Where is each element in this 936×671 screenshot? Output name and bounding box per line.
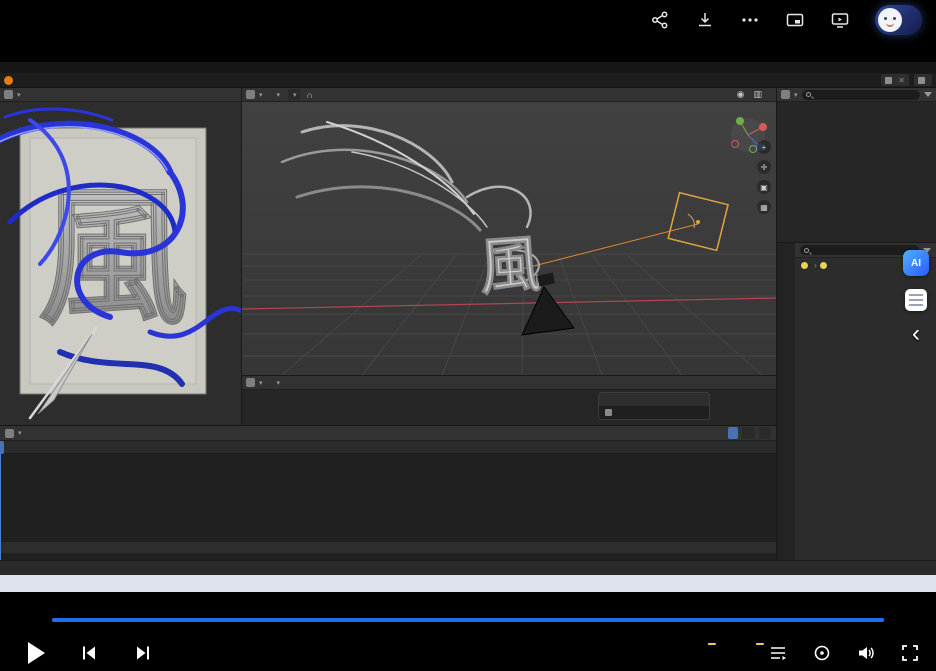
timeline-header: ▾ [0, 426, 776, 441]
blender-statusbar [0, 560, 936, 575]
blender-menubar: ✕ [0, 73, 936, 88]
settings-icon[interactable] [812, 643, 832, 663]
player-controls-right [672, 643, 920, 663]
next-episode-icon[interactable] [133, 643, 153, 663]
seek-bar[interactable] [52, 618, 884, 622]
secondary-editor-header: ▾ ▾ [242, 376, 776, 390]
camera-view-icon[interactable]: ▣ [757, 180, 771, 194]
feng-mesh: 風 [477, 230, 544, 303]
image-editor-header: ▾ [0, 88, 241, 102]
playlist-icon[interactable] [768, 643, 788, 663]
player-controls [0, 634, 936, 671]
avatar [878, 8, 902, 32]
frame-end-field[interactable] [759, 427, 771, 439]
share-icon[interactable] [650, 10, 670, 30]
prev-episode-icon[interactable] [79, 643, 99, 663]
volume-icon[interactable] [856, 643, 876, 663]
seek-bar-fill [52, 618, 884, 622]
unlink-icon[interactable]: ✕ [898, 76, 905, 85]
overlays-icon[interactable]: ◉ [734, 89, 748, 100]
orientation-dropdown[interactable]: ▾ [288, 89, 300, 100]
zoom-icon[interactable]: + [757, 140, 771, 154]
editor-type-icon[interactable] [4, 90, 13, 99]
download-icon[interactable] [695, 10, 715, 30]
active-tool-title [599, 393, 709, 406]
blender-titlebar [0, 62, 936, 73]
editor-type-icon[interactable] [781, 90, 790, 99]
image-editor[interactable]: ▾ 風 [0, 88, 242, 425]
timeline-body[interactable] [0, 441, 776, 560]
svip-badge [708, 643, 716, 645]
scene-selectors: ✕ [881, 74, 932, 86]
timeline-tracks[interactable] [0, 454, 776, 560]
ai-assistant-widget: AI ‹ [898, 250, 934, 348]
viewlayer-selector[interactable] [914, 74, 932, 86]
xray-icon[interactable]: ▥ [750, 89, 765, 100]
toggle-ortho-icon[interactable]: ▦ [757, 200, 771, 214]
chevron-right-icon: › [814, 260, 817, 270]
scene-selector[interactable]: ✕ [881, 74, 909, 86]
video-player: ✕ ▾ [0, 0, 936, 671]
collapse-chevron-icon[interactable]: ‹ [912, 324, 920, 344]
move-view-icon[interactable]: ✛ [757, 160, 771, 174]
frame-start-field[interactable] [742, 427, 754, 439]
current-frame-field[interactable] [728, 427, 738, 439]
viewport-nav-controls: + ✛ ▣ ▦ [757, 140, 771, 214]
current-frame-indicator[interactable] [0, 441, 4, 454]
cast-icon[interactable] [830, 10, 850, 30]
render-preview-image[interactable]: 風 [0, 102, 242, 425]
svg-text:風: 風 [38, 174, 188, 342]
search-icon [804, 248, 809, 253]
fullscreen-icon[interactable] [900, 643, 920, 663]
secondary-editor[interactable]: ▾ ▾ [242, 375, 776, 425]
more-icon[interactable] [740, 10, 760, 30]
outliner-search-input[interactable] [802, 90, 920, 100]
light-icon [801, 262, 808, 269]
timeline[interactable]: ▾ [0, 425, 776, 560]
3d-viewport[interactable]: ▾ ▾ ▾ ∩ ◉ ▥ [242, 88, 776, 375]
actions-panel-icon[interactable] [905, 289, 927, 311]
filter-icon[interactable] [924, 92, 932, 97]
editor-type-icon[interactable] [246, 90, 255, 99]
windows-taskbar [0, 575, 936, 592]
svip-badge [756, 643, 764, 645]
search-icon [806, 92, 811, 97]
editor-type-icon[interactable] [5, 429, 14, 438]
account-button[interactable] [875, 5, 922, 35]
outliner-header: ▾ [777, 88, 936, 102]
timeline-ruler[interactable] [0, 441, 776, 454]
outliner: ▾ [776, 88, 936, 242]
frame-fields [728, 427, 771, 439]
ai-assistant-icon[interactable]: AI [903, 250, 929, 276]
blender-window: ✕ ▾ [0, 62, 936, 592]
summary-track [0, 542, 776, 553]
properties-tab-strip [777, 243, 795, 560]
system-tray [918, 580, 930, 588]
pip-icon[interactable] [785, 10, 805, 30]
active-tool-panel [598, 392, 710, 420]
editor-type-icon[interactable] [246, 378, 255, 387]
blender-logo-icon[interactable] [4, 76, 13, 85]
scene-icon [885, 77, 892, 84]
viewport-header: ▾ ▾ ▾ ∩ ◉ ▥ [242, 88, 776, 102]
viewport-canvas[interactable]: 風 [242, 102, 776, 375]
playhead[interactable] [0, 454, 1, 560]
player-topbar [0, 0, 936, 40]
active-tool-item[interactable] [599, 406, 709, 419]
topbar-actions [650, 5, 922, 35]
viewlayer-icon [918, 77, 925, 84]
light-icon [820, 262, 827, 269]
play-icon[interactable] [28, 642, 45, 664]
snap-magnet-icon[interactable]: ∩ [304, 90, 316, 100]
stroke-icon [605, 409, 612, 416]
